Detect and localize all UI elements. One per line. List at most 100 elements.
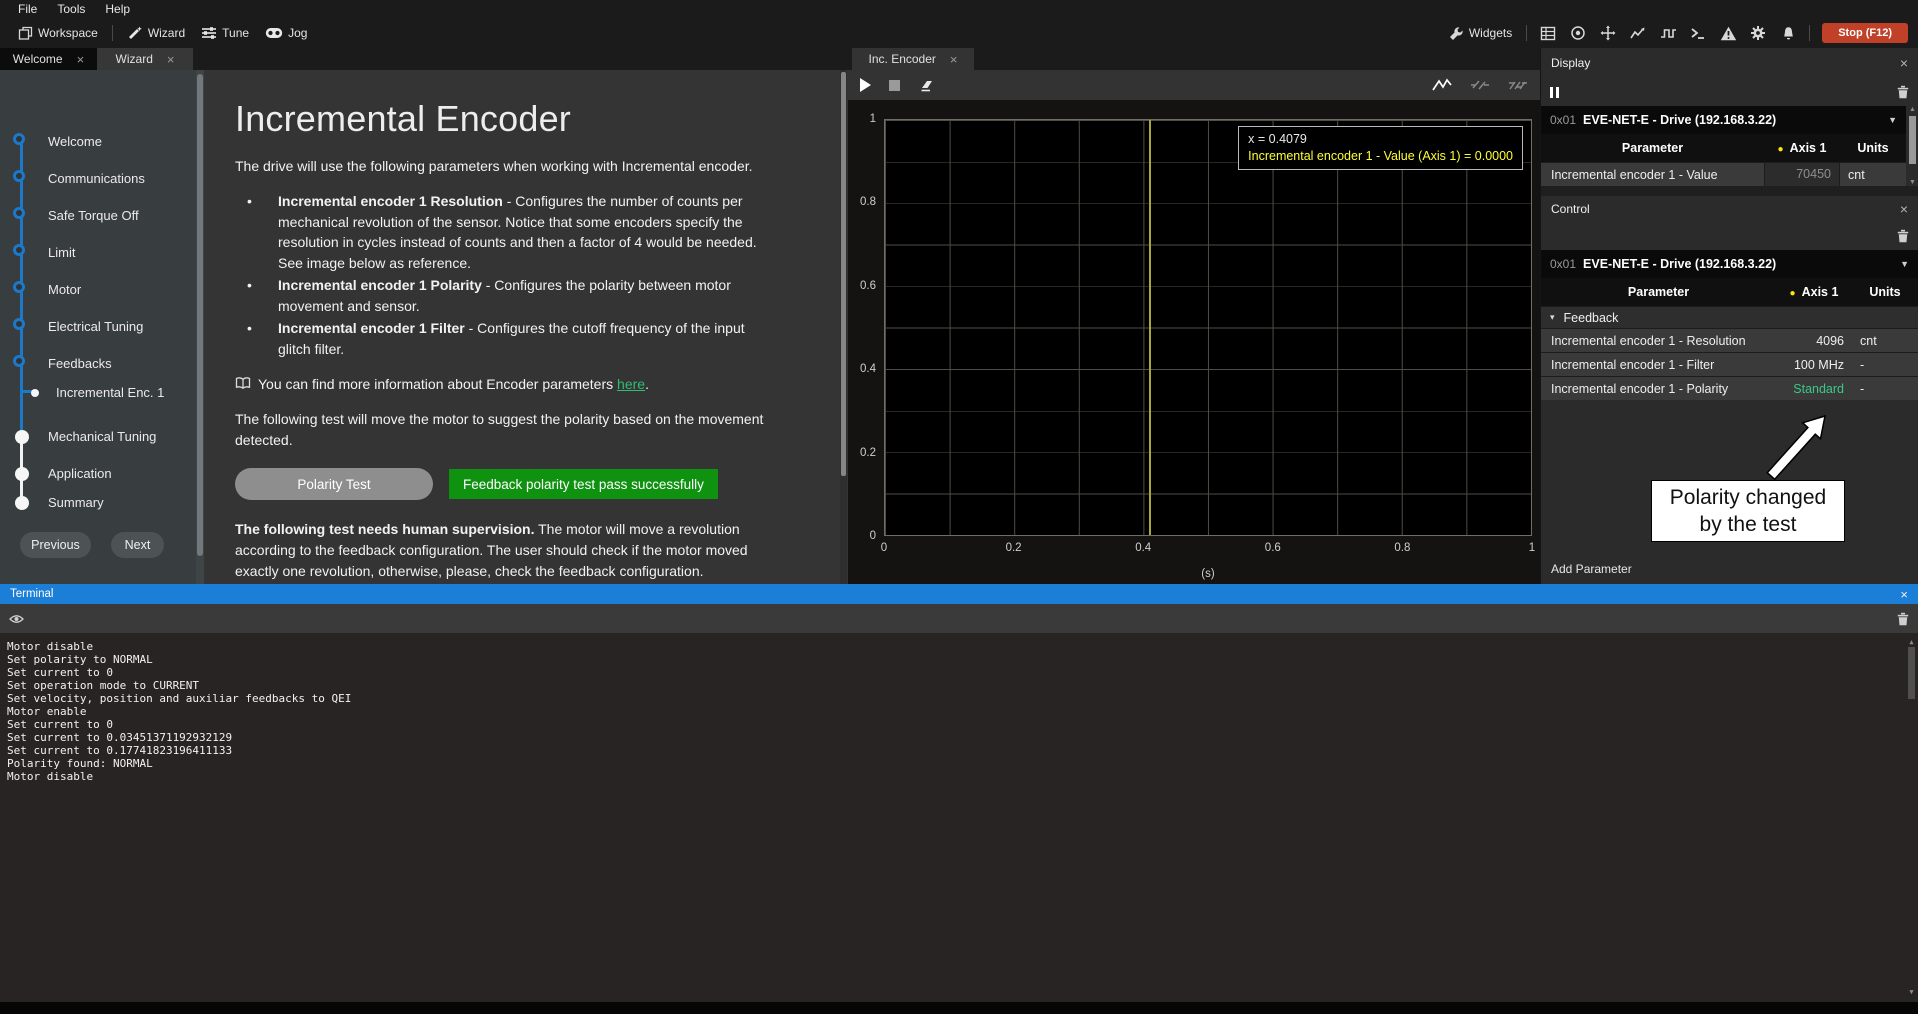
control-device-dropdown[interactable]: 0x01 EVE-NET-E - Drive (192.168.3.22) ▼ bbox=[1541, 250, 1918, 278]
panel-divider bbox=[1541, 186, 1918, 196]
scope-chart-icon[interactable] bbox=[1623, 21, 1653, 45]
content-scrollbar[interactable] bbox=[840, 70, 847, 584]
terminal-panel: Terminal × Motor disable Set polarity to… bbox=[0, 584, 1918, 1002]
add-parameter-link[interactable]: Add Parameter bbox=[1551, 562, 1632, 576]
pause-icon[interactable] bbox=[1550, 87, 1559, 98]
sidebar-item-motor[interactable]: Motor bbox=[0, 281, 204, 299]
sidebar-item-feedbacks[interactable]: Feedbacks bbox=[0, 355, 204, 373]
value-field[interactable]: 4096 bbox=[1776, 334, 1852, 348]
step-dot bbox=[13, 133, 25, 145]
sidebar-scrollbar-thumb[interactable] bbox=[197, 74, 203, 556]
log-line: Set operation mode to CURRENT bbox=[7, 679, 1918, 692]
scope-canvas[interactable]: x = 0.4079 Incremental encoder 1 - Value… bbox=[884, 119, 1532, 536]
warning-icon[interactable] bbox=[1713, 21, 1743, 45]
trash-icon[interactable] bbox=[1897, 85, 1909, 99]
scroll-down-icon[interactable]: ▼ bbox=[1907, 179, 1918, 186]
close-icon[interactable]: × bbox=[950, 52, 958, 67]
here-link[interactable]: here bbox=[617, 376, 645, 392]
terminal-scrollbar[interactable]: ▲ ▼ bbox=[1905, 633, 1918, 1002]
registers-table-icon[interactable] bbox=[1533, 21, 1563, 45]
sidebar-item-electrical-tuning[interactable]: Electrical Tuning bbox=[0, 318, 204, 336]
line-plot-icon[interactable] bbox=[1432, 78, 1452, 92]
scope-plot-area: 1 0.8 0.6 0.4 0.2 0 x = 0.4079 Increment… bbox=[848, 100, 1540, 584]
feedback-group-row[interactable]: ▾ Feedback bbox=[1541, 306, 1918, 328]
wizard-button[interactable]: Wizard bbox=[119, 21, 193, 45]
next-button[interactable]: Next bbox=[111, 532, 164, 558]
value-field[interactable]: 100 MHz bbox=[1776, 358, 1852, 372]
sidebar-item-safe-torque-off[interactable]: Safe Torque Off bbox=[0, 207, 204, 225]
step-plot-icon[interactable] bbox=[1470, 78, 1490, 92]
widgets-button[interactable]: Widgets bbox=[1441, 21, 1520, 45]
jog-button[interactable]: Jog bbox=[257, 21, 315, 45]
display-scrollbar[interactable]: ▲ ▼ bbox=[1907, 106, 1918, 186]
control-row-polarity: Incremental encoder 1 - Polarity Standar… bbox=[1541, 376, 1918, 400]
tab-wizard[interactable]: Wizard × bbox=[97, 48, 193, 70]
value-field[interactable]: Standard bbox=[1776, 382, 1852, 396]
trash-icon[interactable] bbox=[1897, 612, 1909, 626]
sidebar-item-application[interactable]: Application bbox=[0, 465, 204, 483]
tune-button[interactable]: Tune bbox=[193, 21, 257, 45]
control-row-filter: Incremental encoder 1 - Filter 100 MHz - bbox=[1541, 352, 1918, 376]
control-table-header: Parameter ●Axis 1 Units bbox=[1541, 278, 1918, 306]
close-icon[interactable]: × bbox=[1900, 587, 1908, 602]
cursor-line[interactable] bbox=[1149, 120, 1151, 535]
scope-tabstrip: Inc. Encoder × bbox=[848, 48, 1540, 70]
play-icon[interactable] bbox=[860, 78, 871, 92]
sidebar-item-mechanical-tuning[interactable]: Mechanical Tuning bbox=[0, 428, 204, 446]
terminal-header: Terminal × bbox=[0, 584, 1918, 604]
main-area: Welcome × Wizard × Welcome Communication… bbox=[0, 48, 1918, 584]
sidebar-item-limit[interactable]: Limit bbox=[0, 244, 204, 262]
menu-help[interactable]: Help bbox=[95, 2, 140, 16]
book-icon bbox=[235, 376, 251, 390]
info-row: You can find more information about Enco… bbox=[235, 374, 774, 395]
previous-button[interactable]: Previous bbox=[20, 532, 91, 558]
content-scrollbar-thumb[interactable] bbox=[841, 72, 846, 476]
eye-icon[interactable] bbox=[9, 614, 24, 624]
monitor-icon[interactable] bbox=[1563, 21, 1593, 45]
bullet-polarity: Incremental encoder 1 Polarity - Configu… bbox=[235, 275, 774, 316]
eraser-icon[interactable] bbox=[918, 78, 934, 92]
display-scrollbar-thumb[interactable] bbox=[1909, 116, 1916, 164]
tab-welcome[interactable]: Welcome × bbox=[0, 48, 97, 70]
terminal-console[interactable]: Motor disable Set polarity to NORMAL Set… bbox=[0, 633, 1918, 1002]
gear-icon[interactable] bbox=[1743, 21, 1773, 45]
terminal-scrollbar-thumb[interactable] bbox=[1908, 647, 1915, 699]
step-dot bbox=[15, 467, 29, 481]
sidebar-item-communications[interactable]: Communications bbox=[0, 170, 204, 188]
close-icon[interactable]: × bbox=[1900, 55, 1908, 71]
bullet-filter: Incremental encoder 1 Filter - Configure… bbox=[235, 318, 774, 359]
sidebar-item-incremental-enc-1[interactable]: Incremental Enc. 1 bbox=[0, 384, 204, 402]
value-field[interactable]: 70450 bbox=[1764, 163, 1840, 186]
sidebar-scrollbar[interactable] bbox=[196, 70, 204, 584]
sidebar-item-welcome[interactable]: Welcome bbox=[0, 133, 204, 151]
y-axis-labels: 1 0.8 0.6 0.4 0.2 0 bbox=[848, 119, 879, 536]
workspace-button[interactable]: Workspace bbox=[10, 21, 106, 45]
test-result-badge: Feedback polarity test pass successfully bbox=[449, 469, 718, 499]
close-icon[interactable]: × bbox=[167, 52, 175, 67]
axis-color-dot: ● bbox=[1778, 144, 1784, 155]
sidebar-item-summary[interactable]: Summary bbox=[0, 494, 204, 512]
polarity-test-button[interactable]: Polarity Test bbox=[235, 468, 433, 500]
terminal-title: Terminal bbox=[10, 588, 53, 600]
trash-icon[interactable] bbox=[1897, 229, 1909, 243]
stop-capture-icon[interactable] bbox=[889, 80, 900, 91]
x-axis-unit: (s) bbox=[884, 568, 1532, 580]
terminal-icon[interactable] bbox=[1683, 21, 1713, 45]
scroll-down-icon[interactable]: ▼ bbox=[1905, 986, 1918, 999]
control-row-resolution: Incremental encoder 1 - Resolution 4096 … bbox=[1541, 328, 1918, 352]
display-device-dropdown[interactable]: 0x01 EVE-NET-E - Drive (192.168.3.22) ▼ bbox=[1541, 106, 1906, 134]
move-arrows-icon[interactable] bbox=[1593, 21, 1623, 45]
menu-tools[interactable]: Tools bbox=[47, 2, 95, 16]
menu-file[interactable]: File bbox=[8, 2, 47, 16]
multi-plot-icon[interactable] bbox=[1508, 78, 1528, 92]
tab-inc-encoder[interactable]: Inc. Encoder × bbox=[852, 48, 974, 70]
square-wave-icon[interactable] bbox=[1653, 21, 1683, 45]
close-icon[interactable]: × bbox=[1900, 201, 1908, 217]
scroll-up-icon[interactable]: ▲ bbox=[1907, 106, 1918, 113]
display-row-encoder-value: Incremental encoder 1 - Value 70450 cnt bbox=[1541, 162, 1906, 186]
stop-button[interactable]: Stop (F12) bbox=[1822, 23, 1908, 43]
log-line: Set current to 0 bbox=[7, 718, 1918, 731]
bell-icon[interactable] bbox=[1773, 21, 1803, 45]
intro-paragraph: The drive will use the following paramet… bbox=[235, 156, 774, 177]
close-icon[interactable]: × bbox=[77, 52, 85, 67]
